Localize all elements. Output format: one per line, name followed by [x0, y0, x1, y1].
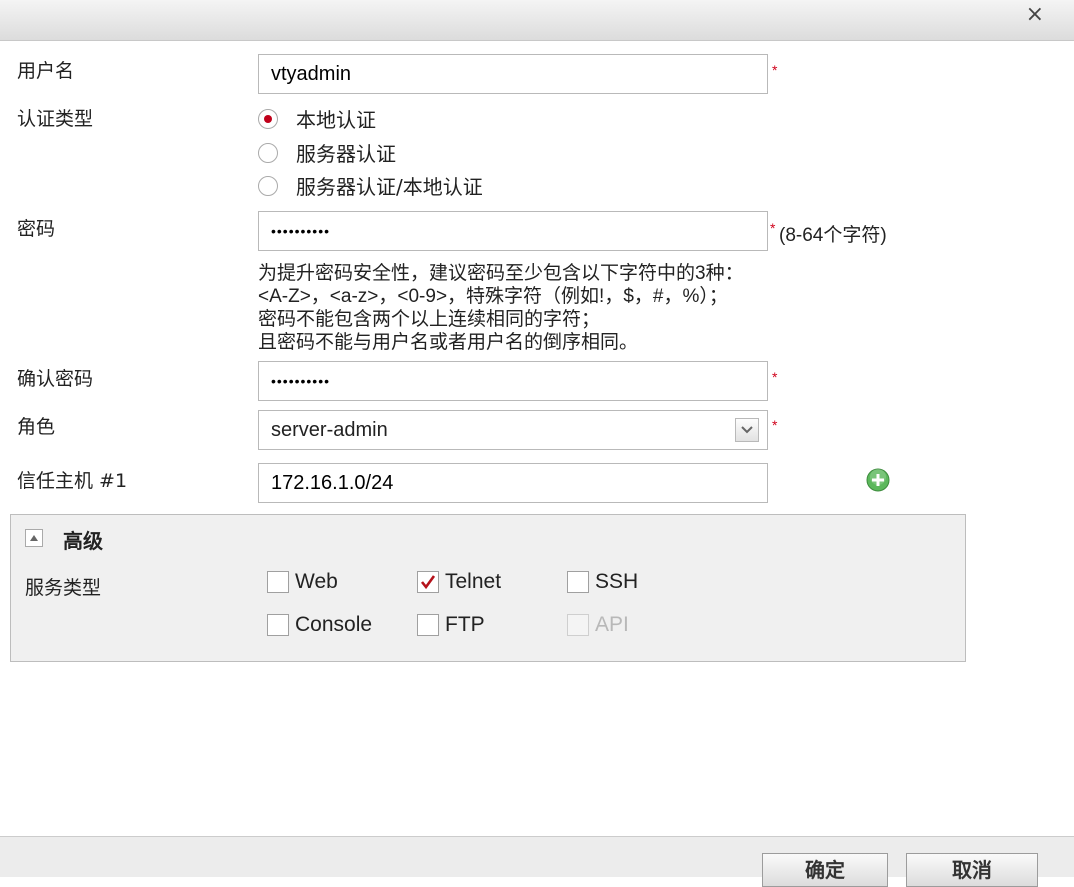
role-select-value: server-admin: [271, 419, 388, 441]
checkbox-label: API: [595, 613, 629, 636]
confirm-password-label: 确认密码: [17, 368, 94, 390]
username-input[interactable]: vtyadmin: [258, 54, 768, 94]
checkbox[interactable]: [567, 571, 589, 593]
service-api-checkbox: API: [567, 613, 629, 637]
ok-button[interactable]: 确定: [762, 853, 888, 887]
role-label: 角色: [17, 416, 56, 438]
checkbox[interactable]: [417, 571, 439, 593]
checkbox-label: SSH: [595, 570, 639, 593]
radio-local-auth[interactable]: 本地认证: [258, 104, 376, 133]
checkbox[interactable]: [267, 614, 289, 636]
confirm-password-input[interactable]: ••••••••••: [258, 361, 768, 401]
radio-label: 服务器认证/本地认证: [296, 175, 483, 199]
trusted-host-label: 信任主机 #1: [17, 470, 128, 492]
confirm-password-required-mark: *: [772, 369, 778, 385]
trusted-host-input[interactable]: 172.16.1.0/24: [258, 463, 768, 503]
username-required-mark: *: [772, 62, 778, 78]
checkbox[interactable]: [417, 614, 439, 636]
radio-button[interactable]: [258, 142, 278, 163]
service-web-checkbox[interactable]: Web: [267, 570, 338, 594]
advanced-title: 高级: [63, 529, 103, 553]
service-type-label: 服务类型: [25, 577, 102, 599]
hint-line: 密码不能包含两个以上连续相同的字符；: [258, 309, 601, 330]
password-required-mark: *: [770, 220, 776, 236]
chevron-down-icon[interactable]: [735, 418, 759, 442]
close-icon[interactable]: ×: [1026, 2, 1044, 27]
cancel-button[interactable]: 取消: [906, 853, 1038, 887]
hint-line: 且密码不能与用户名或者用户名的倒序相同。: [258, 332, 639, 353]
auth-type-label: 认证类型: [17, 108, 94, 130]
radio-server-local-auth[interactable]: 服务器认证/本地认证: [258, 171, 483, 200]
checkbox-label: Telnet: [445, 570, 502, 593]
service-console-checkbox[interactable]: Console: [267, 613, 372, 637]
advanced-panel: 高级 服务类型 Web Telnet SSH Console FTP API: [10, 514, 966, 662]
checkbox-label: Web: [295, 570, 338, 593]
password-input[interactable]: ••••••••••: [258, 211, 768, 251]
checkbox-disabled: [567, 614, 589, 636]
service-telnet-checkbox[interactable]: Telnet: [417, 570, 501, 594]
role-required-mark: *: [772, 417, 778, 433]
password-label: 密码: [17, 218, 56, 240]
radio-server-auth[interactable]: 服务器认证: [258, 138, 396, 167]
radio-button[interactable]: [258, 175, 278, 196]
password-length-hint: (8-64个字符): [779, 225, 887, 246]
checkbox[interactable]: [267, 571, 289, 593]
hint-line: 为提升密码安全性，建议密码至少包含以下字符中的3种：: [258, 263, 744, 284]
add-icon[interactable]: [866, 468, 890, 492]
dialog-titlebar: ×: [0, 0, 1074, 41]
collapse-toggle-icon[interactable]: [25, 529, 43, 547]
radio-button-selected[interactable]: [258, 108, 278, 129]
hint-line: <A-Z>，<a-z>，<0-9>，特殊字符（例如!，$，#，%）；: [258, 286, 728, 307]
checkbox-label: Console: [295, 613, 373, 636]
role-select[interactable]: server-admin: [258, 410, 768, 450]
radio-label: 本地认证: [296, 108, 376, 132]
password-policy-hint: 为提升密码安全性，建议密码至少包含以下字符中的3种： <A-Z>，<a-z>，<…: [258, 262, 744, 354]
service-ftp-checkbox[interactable]: FTP: [417, 613, 485, 637]
checkmark-icon: [420, 575, 436, 590]
radio-label: 服务器认证: [296, 142, 396, 166]
service-ssh-checkbox[interactable]: SSH: [567, 570, 638, 594]
checkbox-label: FTP: [445, 613, 485, 636]
dialog-footer: 确定 取消: [0, 836, 1074, 887]
username-label: 用户名: [17, 60, 75, 82]
